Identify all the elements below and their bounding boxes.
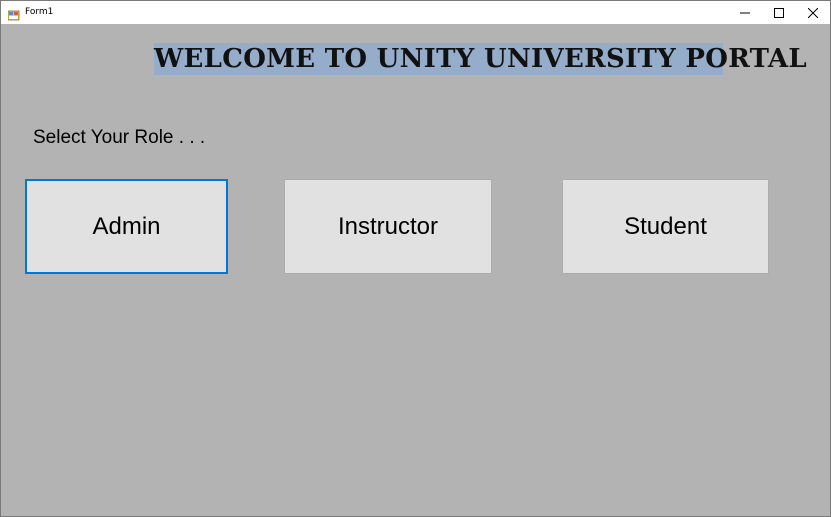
title-bar[interactable]: Form1 [1, 1, 830, 24]
app-window: Form1 WELCOME TO UNITY UNIVERSITY PORTAL… [0, 0, 831, 517]
minimize-button[interactable] [728, 1, 762, 24]
form-client-area: WELCOME TO UNITY UNIVERSITY PORTAL Selec… [1, 24, 830, 516]
instructor-button[interactable]: Instructor [284, 179, 492, 274]
close-icon [807, 3, 819, 22]
close-button[interactable] [796, 1, 830, 24]
student-button[interactable]: Student [562, 179, 769, 274]
select-role-label: Select Your Role . . . [33, 127, 206, 148]
welcome-banner: WELCOME TO UNITY UNIVERSITY PORTAL [154, 43, 807, 75]
window-title: Form1 [25, 7, 54, 17]
maximize-button[interactable] [762, 1, 796, 24]
admin-button[interactable]: Admin [25, 179, 228, 274]
maximize-icon [774, 3, 784, 22]
app-icon [7, 6, 20, 21]
minimize-icon [740, 3, 750, 22]
